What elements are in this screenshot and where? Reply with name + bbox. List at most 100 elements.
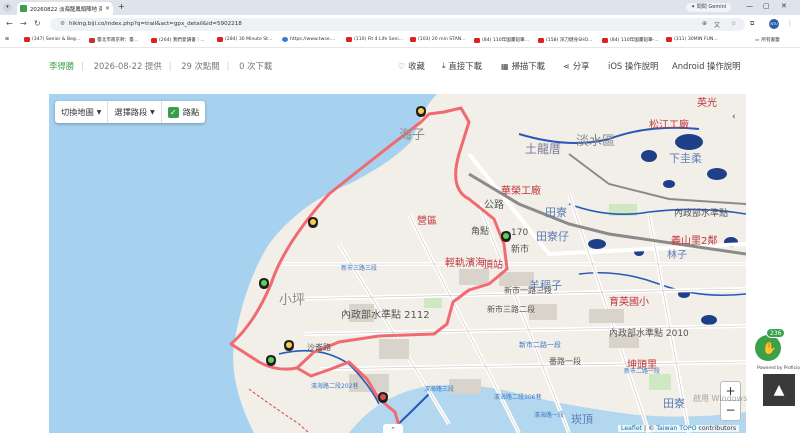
new-tab-button[interactable]: + bbox=[118, 2, 125, 11]
reload-icon[interactable]: ↻ bbox=[34, 19, 41, 28]
bookmark-item[interactable]: (347) Senior & Beg... bbox=[24, 37, 80, 42]
waypoints-toggle[interactable]: ✓ 路點 bbox=[162, 101, 205, 123]
trail-map[interactable]: 英光 松江工廠 海子 土龍厝 淡水區 下圭柔 華榮工廠 公路 田寮 內政部水準點… bbox=[49, 94, 746, 433]
forward-icon[interactable]: → bbox=[20, 19, 27, 28]
globe-icon bbox=[282, 37, 288, 42]
bookmark-item[interactable]: (110) Fit 4 Life Seni... bbox=[346, 37, 403, 42]
extensions-icon[interactable]: ⧉ bbox=[750, 20, 754, 28]
favorite-button[interactable]: ♡ 收藏 bbox=[398, 60, 425, 72]
youtube-icon bbox=[666, 37, 672, 42]
tab-strip: ▾ 20260822 淡海龍鳳頭陣地 海岸 × + ✦ 問問 Gemini — … bbox=[0, 0, 800, 15]
map-label: 角點 bbox=[471, 227, 490, 237]
map-label: 田寮 bbox=[663, 397, 685, 410]
browser-tab-active[interactable]: 20260822 淡海龍鳳頭陣地 海岸 × bbox=[17, 2, 113, 15]
bookmarks-bar: ⊞ (347) Senior & Beg... 臺北市南京幹：臺... (264… bbox=[0, 34, 800, 48]
ios-guide-link[interactable]: iOS 操作說明 bbox=[608, 60, 658, 72]
close-window-icon[interactable]: ✕ bbox=[781, 2, 787, 10]
bookmark-item[interactable]: (84) 110年國畫鉛筆... bbox=[474, 37, 529, 43]
menu-dots-icon[interactable]: ⋮ bbox=[787, 20, 793, 27]
translate-icon[interactable]: 文 bbox=[714, 20, 720, 29]
map-control-panel: 切換地圖 ▼ 選擇路段 ▼ ✓ 路點 bbox=[55, 101, 206, 123]
qr-icon: ▦ bbox=[501, 61, 509, 71]
youtube-icon bbox=[602, 37, 608, 43]
bookmark-star-icon[interactable]: ☆ bbox=[731, 20, 736, 27]
map-label: 英光 bbox=[697, 98, 717, 109]
map-label: 小坪 bbox=[279, 293, 306, 308]
profile-avatar[interactable]: NTU bbox=[769, 19, 779, 29]
chevron-down-icon: ▼ bbox=[150, 108, 155, 116]
gemini-button[interactable]: ✦ 問問 Gemini bbox=[686, 3, 732, 12]
maximize-icon[interactable]: ▢ bbox=[763, 2, 770, 10]
map-label: 新市三路三段 bbox=[341, 265, 378, 272]
map-label: 新市二路一段 bbox=[624, 368, 661, 375]
map-label: 新市三路二段 bbox=[487, 305, 535, 314]
map-label: 內政部水準點 bbox=[674, 209, 729, 219]
map-label: 新市一路三段 bbox=[504, 286, 552, 295]
select-route-dropdown[interactable]: 選擇路段 ▼ bbox=[108, 101, 162, 123]
leaflet-link[interactable]: Leaflet bbox=[621, 425, 642, 432]
map-label: 頂站 bbox=[483, 260, 503, 271]
map-label: 濱海路二段306巷 bbox=[494, 394, 542, 401]
folder-icon: ▭ bbox=[755, 37, 760, 43]
waypoint-marker-green-3 bbox=[266, 355, 276, 366]
scan-download-button[interactable]: ▦ 掃描下載 bbox=[501, 60, 545, 72]
windows-activation-watermark: 啟用 Windows bbox=[693, 394, 748, 403]
map-label: 新市 bbox=[511, 245, 530, 255]
site-favicon-icon bbox=[20, 5, 27, 12]
map-label: 170 bbox=[511, 228, 529, 238]
tab-close-icon[interactable]: × bbox=[102, 5, 113, 12]
map-label: 公路 bbox=[484, 200, 504, 211]
map-label: 下圭柔 bbox=[669, 152, 702, 165]
bookmark-item[interactable]: (103) 20 min STAN... bbox=[410, 37, 466, 42]
all-bookmarks[interactable]: ▭ 所有書籤 bbox=[755, 37, 780, 44]
author-link[interactable]: 李得勝 bbox=[49, 61, 74, 71]
upload-date: 2026-08-22 提供 bbox=[93, 61, 162, 71]
back-icon[interactable]: ← bbox=[6, 19, 13, 28]
map-label: 濱海路一段 bbox=[534, 412, 565, 419]
tab-search-icon[interactable]: ▾ bbox=[3, 3, 12, 12]
map-label: 土龍厝 bbox=[525, 142, 562, 156]
share-icon: ⋖ bbox=[563, 61, 570, 71]
map-label: 內政部水準點 2010 bbox=[609, 329, 689, 339]
switch-map-dropdown[interactable]: 切換地圖 ▼ bbox=[55, 101, 109, 123]
taiwan-topo-link[interactable]: Taiwan TOPO bbox=[656, 425, 696, 432]
youtube-icon bbox=[410, 37, 416, 42]
bookmark-item[interactable]: (284) 30 Minute St... bbox=[217, 37, 272, 42]
bookmark-item[interactable]: (84) 110年國畫鉛筆-... bbox=[602, 37, 659, 43]
bookmark-item[interactable]: 臺北市南京幹：臺... bbox=[89, 37, 138, 43]
waypoint-marker-green-2 bbox=[501, 231, 511, 242]
download-count: 0 次下載 bbox=[239, 61, 273, 71]
bookmark-item[interactable]: https://www.twse.... bbox=[282, 37, 335, 42]
trail-stats: 李得勝 | 2026-08-22 提供 | 29 次點閱 | 0 次下載 bbox=[49, 61, 273, 71]
scroll-to-top-button[interactable]: ▲ bbox=[763, 374, 795, 406]
site-info-icon[interactable]: ⚙ bbox=[60, 21, 65, 27]
install-icon[interactable]: ⊕ bbox=[702, 20, 707, 27]
bookmark-item[interactable]: (311) 30MIN FUN... bbox=[666, 37, 718, 42]
checkbox-checked-icon: ✓ bbox=[167, 106, 179, 118]
waypoint-marker-green-1 bbox=[259, 278, 269, 289]
minimize-icon[interactable]: — bbox=[746, 2, 753, 10]
youtube-icon bbox=[24, 37, 30, 42]
android-guide-link[interactable]: Android 操作說明 bbox=[672, 60, 741, 72]
map-label: 海子 bbox=[399, 128, 426, 143]
panel-collapse-icon[interactable]: ‹ bbox=[732, 112, 736, 122]
map-label: 崁頂 bbox=[571, 413, 593, 426]
map-label: 濱海路三段 bbox=[424, 386, 455, 393]
map-label: 田寮仔 bbox=[536, 230, 569, 243]
map-label: 林子 bbox=[667, 250, 687, 261]
map-label: 田寮 bbox=[545, 206, 567, 219]
apps-grid-icon[interactable]: ⊞ bbox=[5, 37, 9, 42]
share-button[interactable]: ⋖ 分享 bbox=[563, 60, 589, 72]
expand-up-button[interactable]: ⌃ bbox=[383, 424, 403, 433]
youtube-icon bbox=[217, 37, 223, 42]
direct-download-button[interactable]: ⤓ 直接下載 bbox=[442, 60, 482, 72]
address-bar[interactable]: ⚙ hiking.biji.co/index.php?q=trail&act=gp… bbox=[50, 18, 745, 31]
bookmark-item[interactable]: (264) 我們愛讀書｜... bbox=[151, 37, 205, 43]
bookmark-item[interactable]: (158) 深刀健身SHO... bbox=[538, 37, 592, 43]
map-tiles bbox=[49, 94, 746, 433]
powered-by-label: Powered by Proficio bbox=[757, 366, 800, 371]
map-label: 新市二路一段 bbox=[519, 341, 561, 349]
feedback-widget-button[interactable]: ✋ bbox=[755, 335, 781, 361]
heart-icon: ♡ bbox=[398, 61, 406, 71]
address-row: ← → ↻ ⚙ hiking.biji.co/index.php?q=trail&… bbox=[0, 15, 800, 34]
